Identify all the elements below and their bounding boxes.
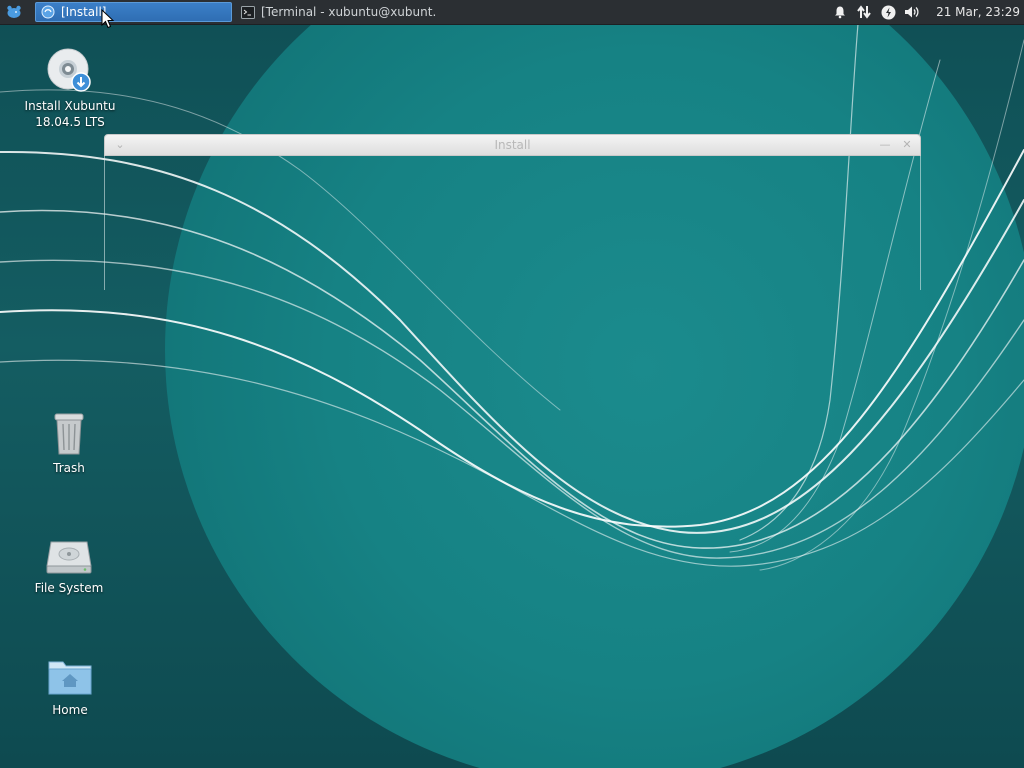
mouse-cursor-icon <box>101 9 115 29</box>
taskbar-button-terminal[interactable]: [Terminal - xubuntu@xubunt... <box>236 2 436 22</box>
notification-bell-icon[interactable] <box>830 0 850 24</box>
home-folder-icon <box>48 661 92 695</box>
taskbar-button-install[interactable]: [Install] <box>35 2 232 22</box>
desktop-icon-label: File System <box>34 581 104 595</box>
volume-icon[interactable] <box>902 0 922 24</box>
install-window-titlebar[interactable]: ⌄ Install — ✕ <box>104 134 921 156</box>
top-panel: [Install] [Terminal - xubuntu@xubunt... … <box>0 0 1024 25</box>
window-title: Install <box>494 138 531 152</box>
wallpaper <box>0 0 1024 768</box>
hard-drive-icon <box>46 541 92 574</box>
desktop-icon-label: Install Xubuntu <box>24 99 116 113</box>
system-tray: 21 Mar, 23:29 <box>830 0 1024 24</box>
desktop-icon-home[interactable]: Home <box>22 658 118 718</box>
network-arrows-icon[interactable] <box>854 0 874 24</box>
whisker-menu-button[interactable] <box>2 0 26 24</box>
desktop-icon-label: Trash <box>53 461 85 475</box>
desktop-icon-label-line2: 18.04.5 LTS <box>35 115 105 129</box>
minimize-button[interactable]: — <box>878 138 892 152</box>
terminal-icon <box>241 5 255 19</box>
xubuntu-mouse-icon <box>7 5 21 18</box>
desktop-icon-label: Home <box>52 703 88 717</box>
trash-icon <box>54 413 84 455</box>
install-window-body <box>104 156 921 290</box>
clock[interactable]: 21 Mar, 23:29 <box>936 5 1020 19</box>
desktop-icon-install-xubuntu[interactable]: Install Xubuntu 18.04.5 LTS <box>22 48 118 130</box>
desktop-icon-file-system[interactable]: File System <box>21 538 117 596</box>
desktop: Install Xubuntu 18.04.5 LTS Trash File S… <box>0 0 1024 768</box>
taskbar-label: [Terminal - xubuntu@xubunt... <box>261 5 436 19</box>
taskbar-label: [Install] <box>61 5 107 19</box>
power-icon[interactable] <box>878 0 898 24</box>
install-disc-icon <box>47 48 91 92</box>
install-window: ⌄ Install — ✕ <box>104 134 921 290</box>
close-button[interactable]: ✕ <box>900 138 914 152</box>
installer-icon <box>41 5 55 19</box>
desktop-icon-trash[interactable]: Trash <box>21 412 117 476</box>
